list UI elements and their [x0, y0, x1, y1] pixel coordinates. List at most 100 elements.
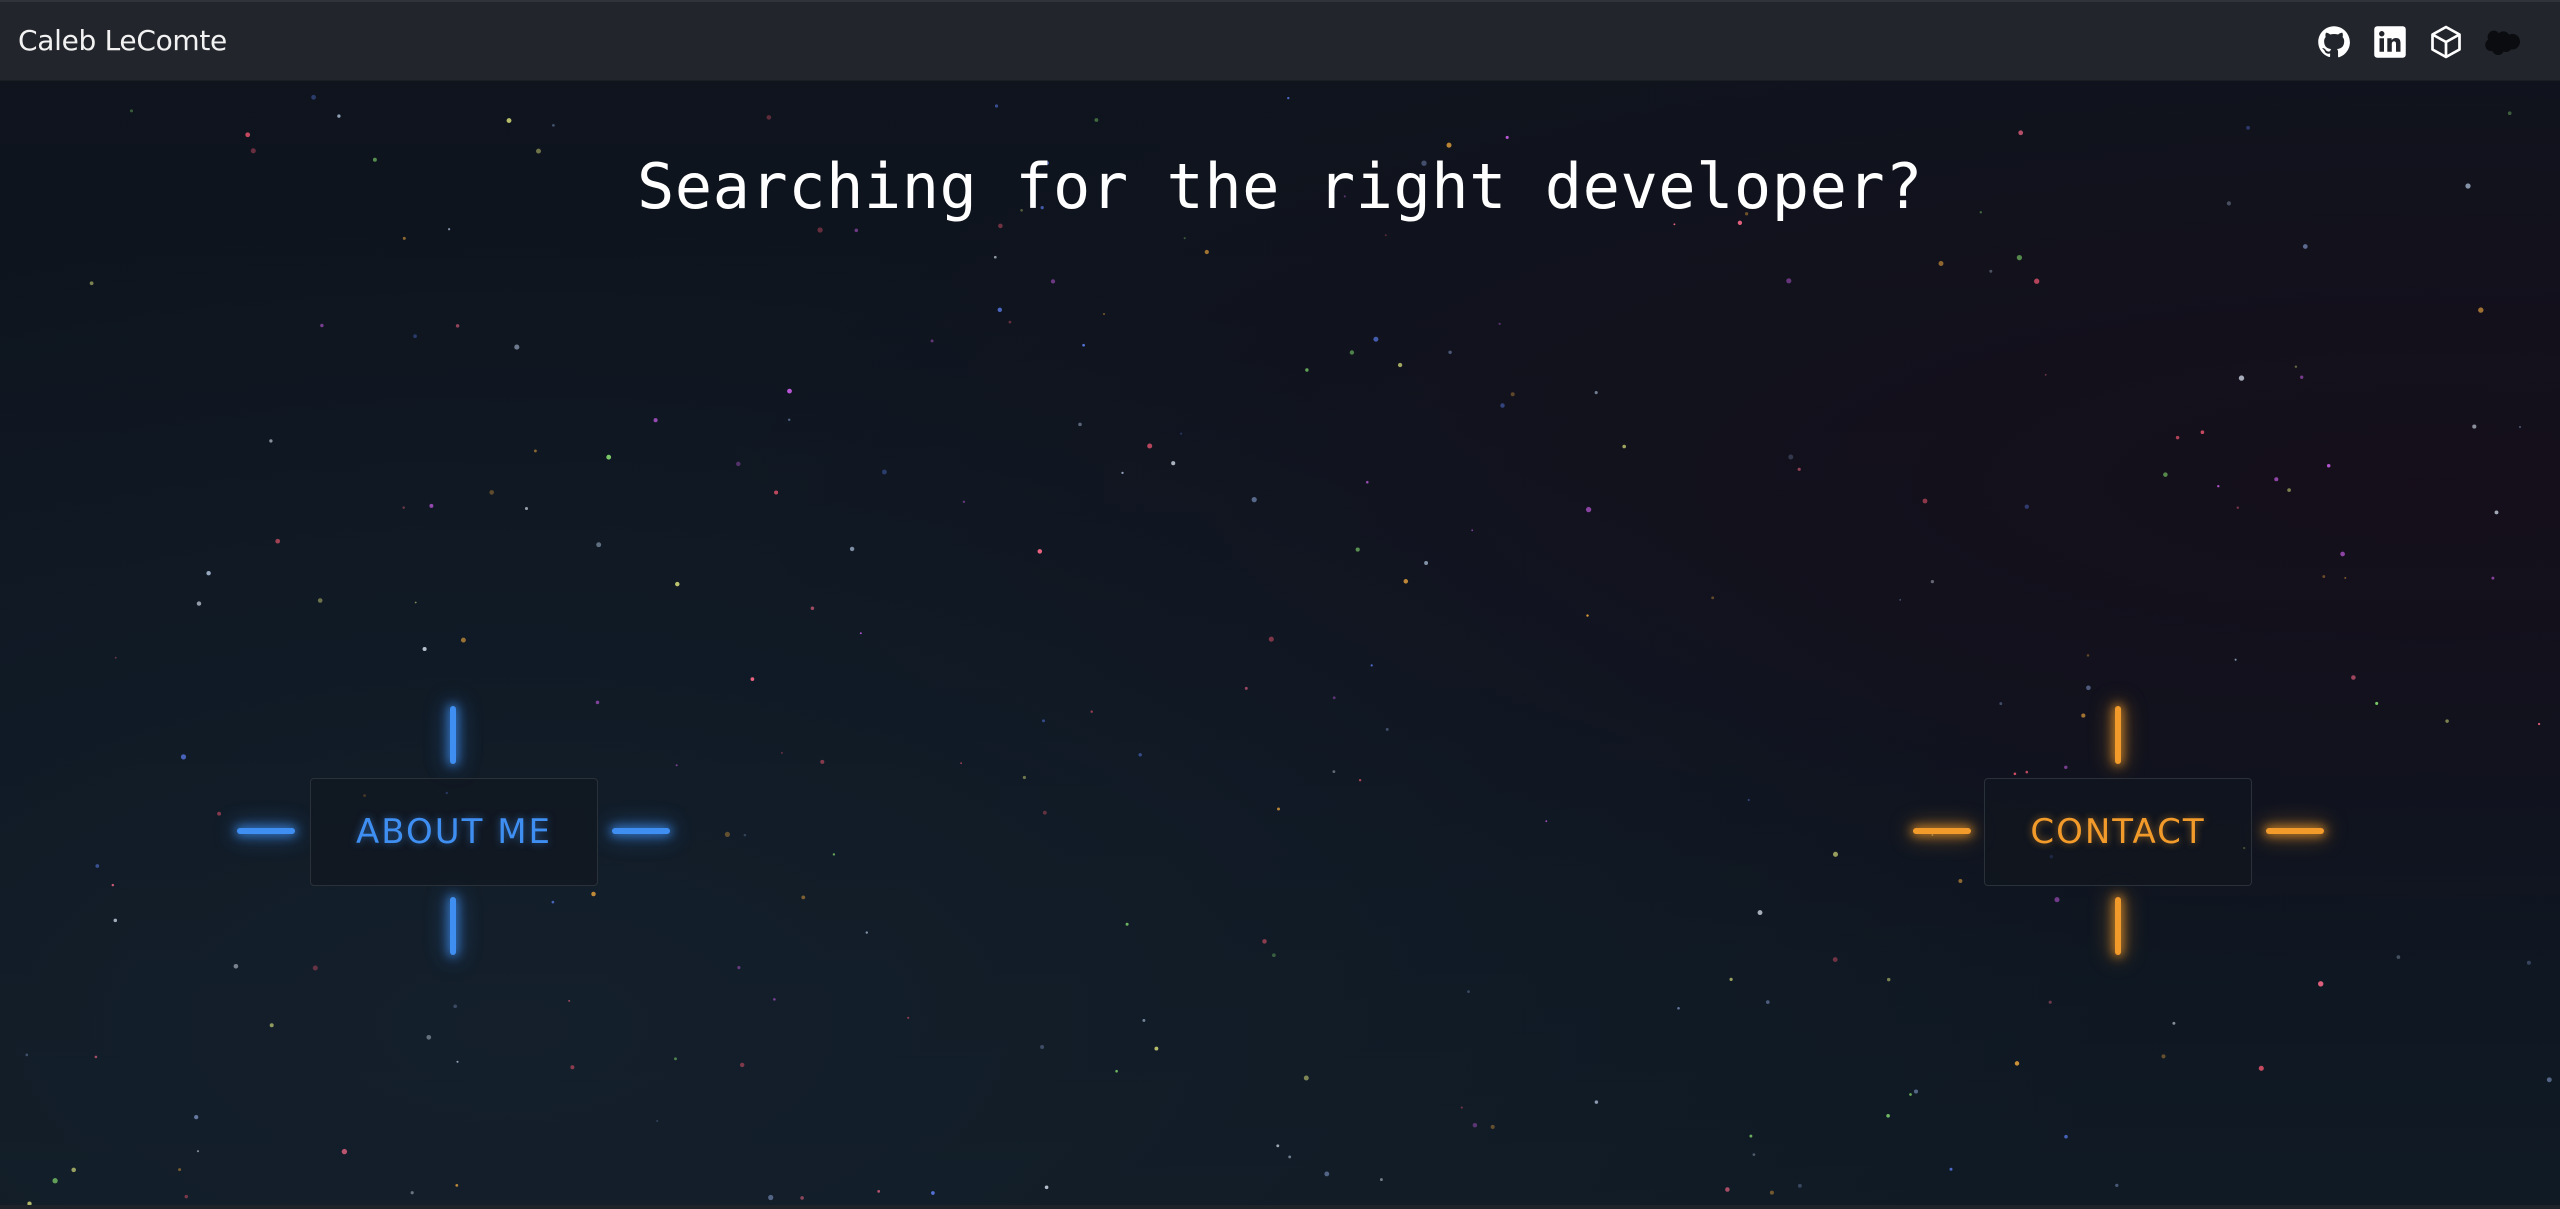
- star-dot: [1102, 312, 1106, 316]
- about-me-button[interactable]: ABOUT ME: [310, 778, 598, 886]
- star-dot: [1355, 547, 1360, 552]
- star-dot: [877, 1190, 881, 1193]
- star-dot: [1277, 807, 1280, 811]
- linkedin-icon[interactable]: [2372, 24, 2408, 60]
- star-dot: [460, 637, 466, 643]
- star-dot: [1244, 686, 1248, 690]
- star-dot: [2445, 719, 2449, 723]
- star-dot: [2351, 675, 2356, 680]
- star-dot: [1886, 977, 1891, 982]
- star-dot: [993, 255, 997, 259]
- star-dot: [1379, 1178, 1383, 1182]
- star-dot: [1042, 810, 1047, 815]
- star-dot: [724, 831, 730, 837]
- star-dot: [2302, 244, 2308, 249]
- star-dot: [849, 546, 855, 552]
- star-dot: [184, 1194, 189, 1199]
- star-dot: [1797, 467, 1801, 471]
- star-dot: [2238, 375, 2245, 381]
- star-dot: [1305, 368, 1309, 372]
- star-dot: [1729, 977, 1733, 981]
- star-dot: [453, 1004, 458, 1009]
- star-dot: [275, 538, 281, 544]
- star-dot: [52, 1178, 58, 1184]
- star-dot: [1594, 1100, 1599, 1104]
- star-dot: [2274, 477, 2279, 482]
- star-dot: [606, 454, 612, 460]
- star-dot: [1930, 579, 1935, 584]
- star-dot: [2014, 1061, 2020, 1066]
- github-icon[interactable]: [2316, 24, 2352, 60]
- star-dot: [206, 570, 211, 576]
- star-dot: [429, 503, 434, 508]
- star-dot: [2034, 278, 2040, 284]
- star-dot: [774, 490, 779, 495]
- star-dot: [596, 542, 602, 548]
- star-dot: [2507, 111, 2512, 116]
- contact-crosshair-top: [2115, 706, 2121, 764]
- star-dot: [317, 598, 323, 603]
- star-dot: [269, 439, 273, 443]
- star-dot: [1022, 775, 1026, 780]
- star-dot: [737, 966, 741, 970]
- star-dot: [489, 490, 495, 495]
- contact-crosshair-bottom: [2115, 897, 2121, 955]
- star-dot: [931, 1191, 935, 1195]
- salesforce-icon[interactable]: [2484, 24, 2520, 60]
- star-dot: [1358, 778, 1362, 782]
- star-dot: [736, 461, 741, 467]
- star-dot: [2526, 960, 2531, 965]
- star-dot: [2048, 1000, 2052, 1004]
- cube-icon[interactable]: [2428, 24, 2464, 60]
- star-dot: [455, 1184, 459, 1187]
- star-dot: [1725, 1187, 1730, 1192]
- star-dot: [962, 500, 966, 504]
- star-dot: [1472, 1122, 1478, 1128]
- star-dot: [1397, 362, 1403, 368]
- star-dot: [1082, 343, 1085, 347]
- star-dot: [1094, 118, 1099, 122]
- star-dot: [2537, 722, 2541, 726]
- page-background: Caleb LeComte Searching for the right de…: [0, 0, 2560, 1209]
- star-dot: [1303, 1075, 1309, 1081]
- star-dot: [1171, 461, 1176, 466]
- star-dot: [1268, 636, 1274, 642]
- star-dot: [960, 762, 963, 765]
- star-dot: [178, 1168, 182, 1172]
- star-dot: [233, 963, 239, 969]
- contact-crosshair-left: [1913, 828, 1971, 834]
- star-dot: [1505, 135, 1509, 139]
- star-dot: [1147, 443, 1153, 449]
- star-dot: [1424, 561, 1429, 565]
- star-dot: [1349, 350, 1355, 355]
- about-crosshair-top: [450, 706, 456, 764]
- star-dot: [2375, 701, 2379, 705]
- star-dot: [1460, 1106, 1463, 1109]
- star-dot: [832, 853, 836, 856]
- star-dot: [768, 1194, 774, 1201]
- star-dot: [994, 104, 999, 108]
- star-dot: [1251, 496, 1257, 503]
- star-dot: [1999, 702, 2003, 706]
- star-dot: [1366, 480, 1369, 484]
- star-dot: [1832, 957, 1838, 963]
- star-dot: [1909, 1093, 1912, 1096]
- star-dot: [2491, 576, 2495, 580]
- star-dot: [2318, 981, 2324, 987]
- star-dot: [656, 1119, 659, 1123]
- star-dot: [2064, 765, 2068, 770]
- contact-button[interactable]: CONTACT: [1984, 778, 2252, 886]
- star-dot: [1044, 1185, 1049, 1190]
- star-dot: [1711, 596, 1715, 600]
- star-dot: [1757, 910, 1763, 916]
- star-dot: [1183, 237, 1186, 240]
- brand-name-link[interactable]: Caleb LeComte: [18, 24, 227, 57]
- star-dot: [1765, 1000, 1770, 1004]
- star-dot: [743, 833, 747, 837]
- star-dot: [1040, 1044, 1045, 1050]
- star-dot: [2054, 897, 2060, 903]
- star-dot: [2025, 770, 2029, 774]
- star-dot: [2200, 430, 2205, 435]
- star-dot: [1922, 498, 1928, 504]
- star-dot: [2287, 488, 2291, 492]
